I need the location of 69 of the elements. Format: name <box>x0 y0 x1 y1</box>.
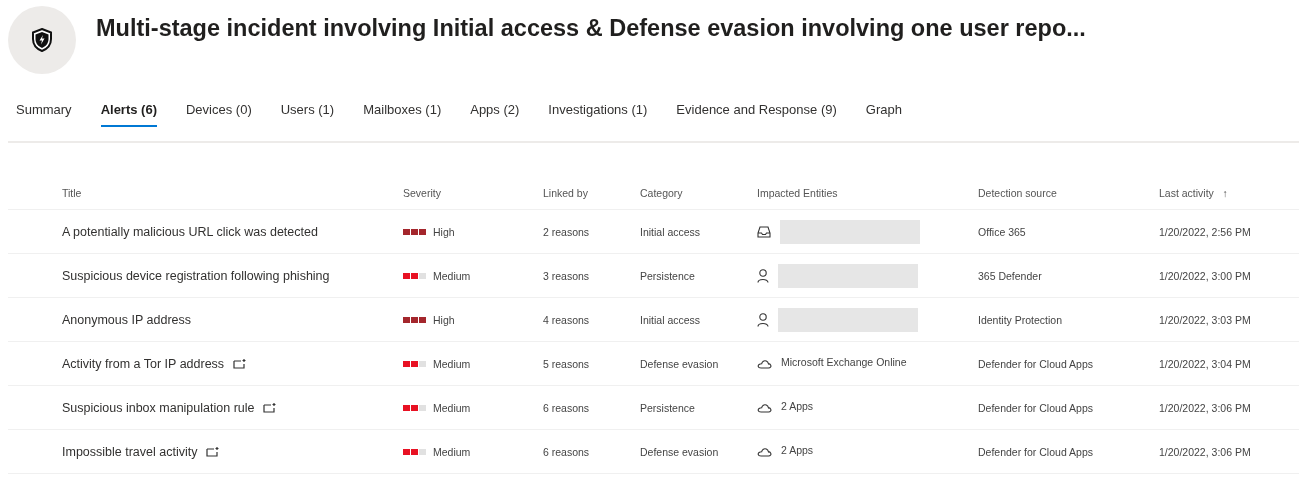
column-header[interactable]: Title <box>62 187 82 199</box>
cloud-icon <box>757 446 772 457</box>
column-header[interactable]: Impacted Entities <box>757 187 838 199</box>
severity-label: High <box>433 313 455 326</box>
severity-label: Medium <box>433 445 471 458</box>
incident-title: Multi-stage incident involving Initial access & Defense evasion involving one user repo... <box>96 14 1086 42</box>
tab[interactable]: Mailboxes (1) <box>363 102 442 127</box>
last-activity-text: 1/20/2022, 3:06 PM <box>1159 445 1251 458</box>
linked-by-text: 3 reasons <box>543 269 590 282</box>
last-activity-text: 1/20/2022, 3:04 PM <box>1159 357 1251 370</box>
inbox-tray-icon <box>757 225 771 238</box>
table-row[interactable]: Activity from a Tor IP address Medium 5 reasons Defense evasion Microsoft Exchange Online Defender for Cloud Apps 1/20/2022, 3:04 PM <box>8 342 1299 386</box>
cloud-icon <box>757 358 772 369</box>
alert-title[interactable]: Anonymous IP address <box>62 312 191 327</box>
linked-by-text: 4 reasons <box>543 313 590 326</box>
detection-source-text: Office 365 <box>978 225 1026 238</box>
category-text: Defense evasion <box>640 357 719 370</box>
category-text: Initial access <box>640 313 701 326</box>
severity-label: Medium <box>433 401 471 414</box>
table-row[interactable]: A potentially malicious URL click was detected High 2 reasons Initial access Office 365 1/20/2022, 2:56 PM <box>8 210 1299 254</box>
table-row[interactable]: Anonymous IP address High 4 reasons Initial access Identity Protection 1/20/2022, 3:03 PM <box>8 298 1299 342</box>
tab[interactable]: Evidence and Response (9) <box>676 102 837 127</box>
tab[interactable]: Summary <box>16 102 72 127</box>
column-header[interactable]: Detection source <box>978 187 1057 199</box>
tab[interactable]: Users (1) <box>280 102 335 127</box>
column-header[interactable]: Severity <box>403 187 441 199</box>
tab[interactable]: Investigations (1) <box>548 102 648 127</box>
tab[interactable]: Devices (0) <box>186 102 252 127</box>
column-header[interactable]: Linked by <box>543 187 588 199</box>
tab[interactable]: Alerts (6) <box>100 102 157 127</box>
alert-title[interactable]: Impossible travel activity <box>62 444 198 459</box>
entity-label[interactable]: 2 Apps <box>781 399 814 412</box>
table-row[interactable]: Impossible travel activity Medium 6 reasons Defense evasion 2 Apps Defender for Cloud Apps 1/20/2022, 3:06 PM <box>8 430 1299 474</box>
shield-lightning-icon <box>31 28 53 52</box>
last-activity-text: 1/20/2022, 3:03 PM <box>1159 313 1251 326</box>
entity-label[interactable]: 2 Apps <box>781 443 814 456</box>
last-activity-text: 1/20/2022, 3:00 PM <box>1159 269 1251 282</box>
last-activity-text: 1/20/2022, 3:06 PM <box>1159 401 1251 414</box>
alert-title[interactable]: A potentially malicious URL click was detected <box>62 224 318 239</box>
detection-source-text: Defender for Cloud Apps <box>978 445 1093 458</box>
linked-by-text: 6 reasons <box>543 401 590 414</box>
tab[interactable]: Graph <box>865 102 902 127</box>
last-activity-text: 1/20/2022, 2:56 PM <box>1159 225 1251 238</box>
user-icon <box>757 312 769 327</box>
column-header[interactable]: Category <box>640 187 683 199</box>
alert-title[interactable]: Suspicious device registration following phishing <box>62 268 330 283</box>
cloud-icon <box>757 402 772 413</box>
detection-source-text: Defender for Cloud Apps <box>978 401 1093 414</box>
user-icon <box>757 268 769 283</box>
table-row[interactable]: Suspicious inbox manipulation rule Medium 6 reasons Persistence 2 Apps Defender for Cloud Apps 1/20/2022, 3:06 PM <box>8 386 1299 430</box>
linked-by-text: 6 reasons <box>543 445 590 458</box>
linked-by-text: 2 reasons <box>543 225 590 238</box>
detection-source-text: 365 Defender <box>978 269 1042 282</box>
severity-label: Medium <box>433 357 471 370</box>
alert-title[interactable]: Activity from a Tor IP address <box>62 356 225 371</box>
detection-source-text: Defender for Cloud Apps <box>978 357 1093 370</box>
detection-source-text: Identity Protection <box>978 313 1063 326</box>
category-text: Persistence <box>640 269 695 282</box>
tab[interactable]: Apps (2) <box>470 102 520 127</box>
severity-label: High <box>433 225 455 238</box>
entity-label[interactable]: Microsoft Exchange Online <box>781 355 907 368</box>
category-text: Initial access <box>640 225 701 238</box>
column-header[interactable]: Last activity ↑ <box>1159 187 1228 199</box>
linked-by-text: 5 reasons <box>543 357 590 370</box>
category-text: Persistence <box>640 401 695 414</box>
category-text: Defense evasion <box>640 445 719 458</box>
table-row[interactable]: Suspicious device registration following phishing Medium 3 reasons Persistence 365 Defender 1/20/2022, 3:00 PM <box>8 254 1299 298</box>
severity-label: Medium <box>433 269 471 282</box>
alert-title[interactable]: Suspicious inbox manipulation rule <box>62 400 255 415</box>
